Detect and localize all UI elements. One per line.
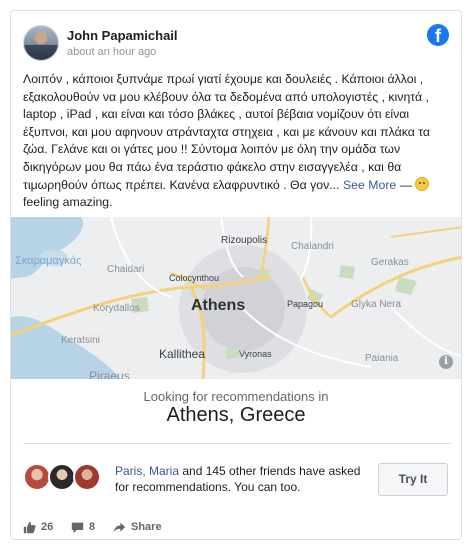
map-label: Chalandri [291, 241, 334, 252]
feeling-dash: — [399, 177, 412, 192]
see-more-link[interactable]: See More [343, 178, 396, 192]
location-map[interactable]: Rizoupolis Chalandri Σκαραμαγκάς Chaidar… [11, 217, 461, 379]
map-label: Piraeus [89, 369, 130, 379]
map-label: Σκαραμαγκάς [15, 255, 82, 267]
post-card: John Papamichail about an hour ago f Λοι… [10, 10, 462, 540]
post-timestamp[interactable]: about an hour ago [67, 46, 156, 58]
author-avatar[interactable] [23, 25, 59, 61]
comment-action[interactable]: 8 [71, 519, 107, 537]
map-label: Glyka Nera [351, 299, 402, 310]
map-label: Korydallos [93, 303, 140, 314]
comment-icon [71, 522, 84, 534]
smiley-emoji-icon [415, 176, 430, 191]
map-label: Colocynthou [169, 273, 220, 283]
friend-names-link[interactable]: Paris, Maria [115, 464, 179, 478]
friend-avatar[interactable] [73, 463, 101, 491]
recommendation-location[interactable]: Athens, Greece [11, 404, 461, 427]
facebook-logo-icon[interactable]: f [427, 24, 449, 46]
map-label: Gerakas [371, 257, 409, 268]
friend-avatar[interactable] [23, 463, 51, 491]
map-label: Papagou [287, 299, 324, 309]
like-icon [23, 521, 36, 534]
divider [23, 443, 451, 444]
post-header: John Papamichail about an hour ago f [11, 11, 461, 69]
map-label: Chaidari [107, 264, 145, 275]
map-label: Vyronas [239, 349, 272, 359]
map-label-athens: Athens [191, 297, 246, 314]
recommendation-caption: Looking for recommendations in [143, 389, 329, 404]
map-label: Keratsini [61, 335, 100, 346]
comment-count: 8 [89, 521, 96, 533]
map-label: Paiania [365, 353, 399, 364]
post-body: Λοιπόν , κάποιοι ξυπνάμε πρωί γιατί έχου… [23, 71, 455, 212]
like-action[interactable]: 26 [23, 519, 63, 537]
share-action[interactable]: Share [113, 519, 173, 537]
feeling-text: feeling amazing. [23, 195, 113, 210]
like-count: 26 [41, 521, 54, 533]
share-icon [113, 522, 126, 533]
map-label: Kallithea [159, 347, 206, 361]
share-label: Share [131, 521, 162, 533]
friends-recommendation-text: Paris, Maria and 145 other friends have … [115, 463, 365, 495]
try-it-button[interactable]: Try It [378, 463, 448, 496]
info-icon[interactable]: i [439, 355, 453, 369]
friend-avatars [23, 463, 113, 493]
post-body-text: Λοιπόν , κάποιοι ξυπνάμε πρωί γιατί έχου… [23, 72, 431, 192]
map-label: Rizoupolis [221, 235, 268, 246]
author-name[interactable]: John Papamichail [67, 28, 178, 43]
friend-avatar[interactable] [48, 463, 76, 491]
